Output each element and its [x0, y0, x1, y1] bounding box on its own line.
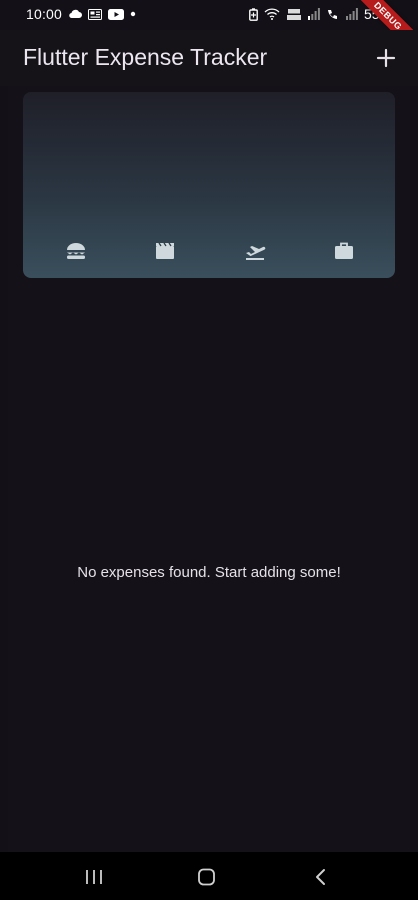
youtube-icon [108, 8, 125, 20]
status-left: 10:00 [26, 6, 136, 22]
wifi-calling-icon [326, 8, 340, 20]
plus-icon [376, 48, 396, 68]
chart-category-icons [23, 240, 395, 264]
signal-icon [307, 8, 320, 20]
recents-button[interactable] [82, 866, 106, 888]
news-icon [88, 8, 103, 20]
briefcase-icon [333, 240, 355, 262]
add-expense-button[interactable] [370, 42, 402, 74]
back-button[interactable] [309, 866, 333, 888]
system-nav-bar [0, 852, 418, 900]
battery-saver-icon [249, 7, 258, 21]
cloud-icon [68, 9, 83, 19]
wifi-icon [264, 8, 280, 20]
empty-state-message: No expenses found. Start adding some! [77, 564, 341, 581]
signal-2-icon [345, 8, 358, 20]
phone-screen: 10:00 DEBUG Flutter Expense Tracker No e… [0, 0, 418, 900]
home-button[interactable] [195, 866, 219, 888]
status-bar: 10:00 [0, 0, 418, 30]
recents-icon [86, 870, 102, 884]
movie-icon [154, 240, 176, 262]
back-icon [316, 869, 325, 885]
home-icon [198, 868, 215, 886]
dot-icon [130, 11, 136, 17]
expense-chart [23, 92, 395, 278]
status-time: 10:00 [26, 6, 63, 22]
app-bar: Flutter Expense Tracker [0, 30, 418, 86]
app-title: Flutter Expense Tracker [23, 44, 268, 70]
main-content: No expenses found. Start adding some! [8, 86, 410, 852]
burger-icon [65, 240, 87, 262]
flight-takeoff-icon [244, 240, 266, 262]
volte-icon [286, 8, 302, 21]
